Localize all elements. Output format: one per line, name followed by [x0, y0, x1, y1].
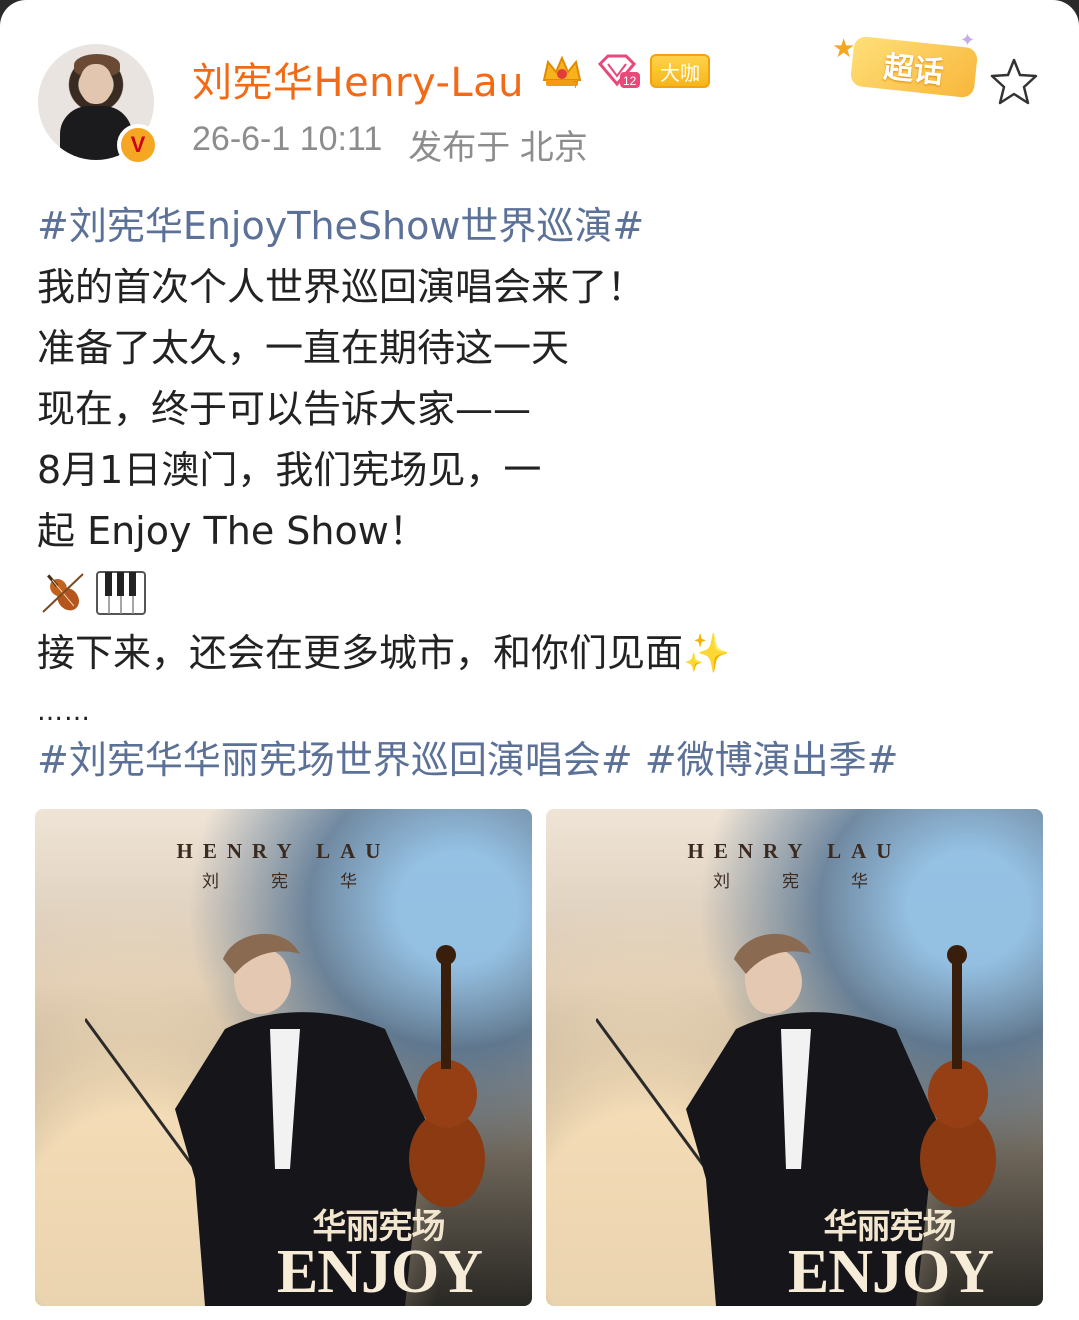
post-content: #刘宪华EnjoyTheShow世界巡演# 我的首次个人世界巡回演唱会来了！ 准… — [37, 196, 1047, 791]
author-name[interactable]: 刘宪华Henry-Lau — [192, 50, 524, 108]
post-image[interactable]: HENRY LAU 刘宪华 华丽宪场 ENJOY — [35, 809, 532, 1306]
poster-name-en: HENRY LAU — [687, 839, 902, 863]
poster-title-en: ENJOY — [276, 1238, 483, 1306]
violin-icon — [42, 572, 84, 613]
user-badges: 7 12 大咖 — [540, 52, 710, 90]
crown-icon[interactable]: 7 — [540, 52, 584, 90]
hashtag-link[interactable]: #刘宪华华丽宪场世界巡回演唱会# — [37, 738, 633, 782]
supertopic-label: 超话 — [849, 35, 979, 99]
post-text-line: 现在，终于可以告诉大家—— — [37, 387, 532, 431]
hashtag-row: #刘宪华华丽宪场世界巡回演唱会# #微博演出季# — [37, 730, 1047, 791]
post-text-line: 8月1日澳门，我们宪场见，一 — [37, 448, 542, 492]
emoji-row — [37, 562, 1047, 623]
diamond-level-icon[interactable]: 12 — [594, 52, 640, 90]
piano-icon — [96, 570, 146, 615]
post-text-line: 起 Enjoy The Show！ — [37, 509, 427, 553]
hashtag-link[interactable]: #刘宪华EnjoyTheShow世界巡演# — [37, 196, 1047, 257]
poster-name-cn: 刘宪华 — [713, 872, 920, 892]
avatar-face — [80, 64, 112, 104]
poster-name-cn: 刘宪华 — [202, 872, 409, 892]
post-text-line: 准备了太久，一直在期待这一天 — [37, 326, 570, 370]
weibo-post-card: V 刘宪华Henry-Lau 7 12 大咖 26-6-1 10:11 发布于 … — [0, 0, 1079, 1320]
supertopic-button[interactable]: ★ ✦ 超话 — [832, 30, 992, 99]
post-image[interactable]: HENRY LAU 刘宪华 华丽宪场 ENJOY — [546, 809, 1043, 1306]
daka-badge[interactable]: 大咖 — [650, 54, 710, 88]
poster-title-en: ENJOY — [787, 1238, 994, 1306]
hashtag-link[interactable]: #微博演出季# — [645, 738, 899, 782]
post-location: 发布于 北京 — [408, 129, 588, 167]
favorite-star-icon[interactable] — [988, 56, 1040, 108]
svg-text:7: 7 — [573, 80, 579, 90]
svg-text:12: 12 — [623, 74, 637, 88]
post-text-line: 我的首次个人世界巡回演唱会来了！ — [37, 265, 646, 309]
post-text-line: 接下来，还会在更多城市，和你们见面✨ — [37, 631, 731, 675]
verified-badge-icon: V — [117, 124, 159, 166]
post-time: 26-6-1 10:11 — [192, 120, 383, 158]
post-meta: 26-6-1 10:11 发布于 北京 — [192, 120, 588, 169]
poster-name-en: HENRY LAU — [176, 839, 391, 863]
post-ellipsis: …… — [37, 697, 91, 727]
